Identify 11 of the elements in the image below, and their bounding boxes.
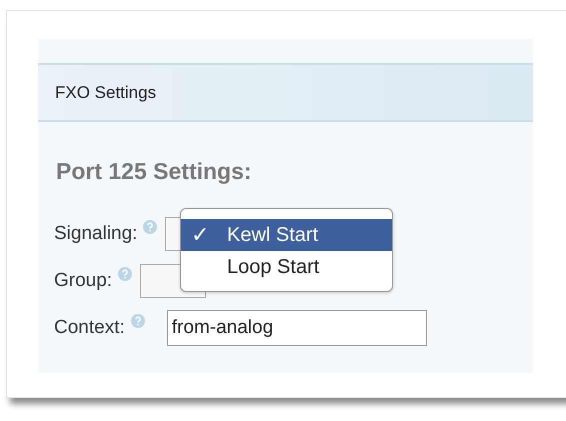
menu-option[interactable]: Loop Start <box>181 251 392 283</box>
menu-option[interactable]: ✓ Kewl Start <box>181 219 392 251</box>
section-header: FXO Settings <box>38 63 533 122</box>
field-label: Signaling: <box>54 223 138 245</box>
help-icon[interactable] <box>143 220 158 234</box>
port-heading: Port 125 Settings: <box>56 158 253 185</box>
help-icon[interactable] <box>130 314 145 328</box>
field-label: Context: <box>54 317 125 339</box>
field-label: Group: <box>54 270 112 292</box>
help-icon[interactable] <box>118 267 132 281</box>
input-field[interactable]: from-analog <box>166 310 427 346</box>
